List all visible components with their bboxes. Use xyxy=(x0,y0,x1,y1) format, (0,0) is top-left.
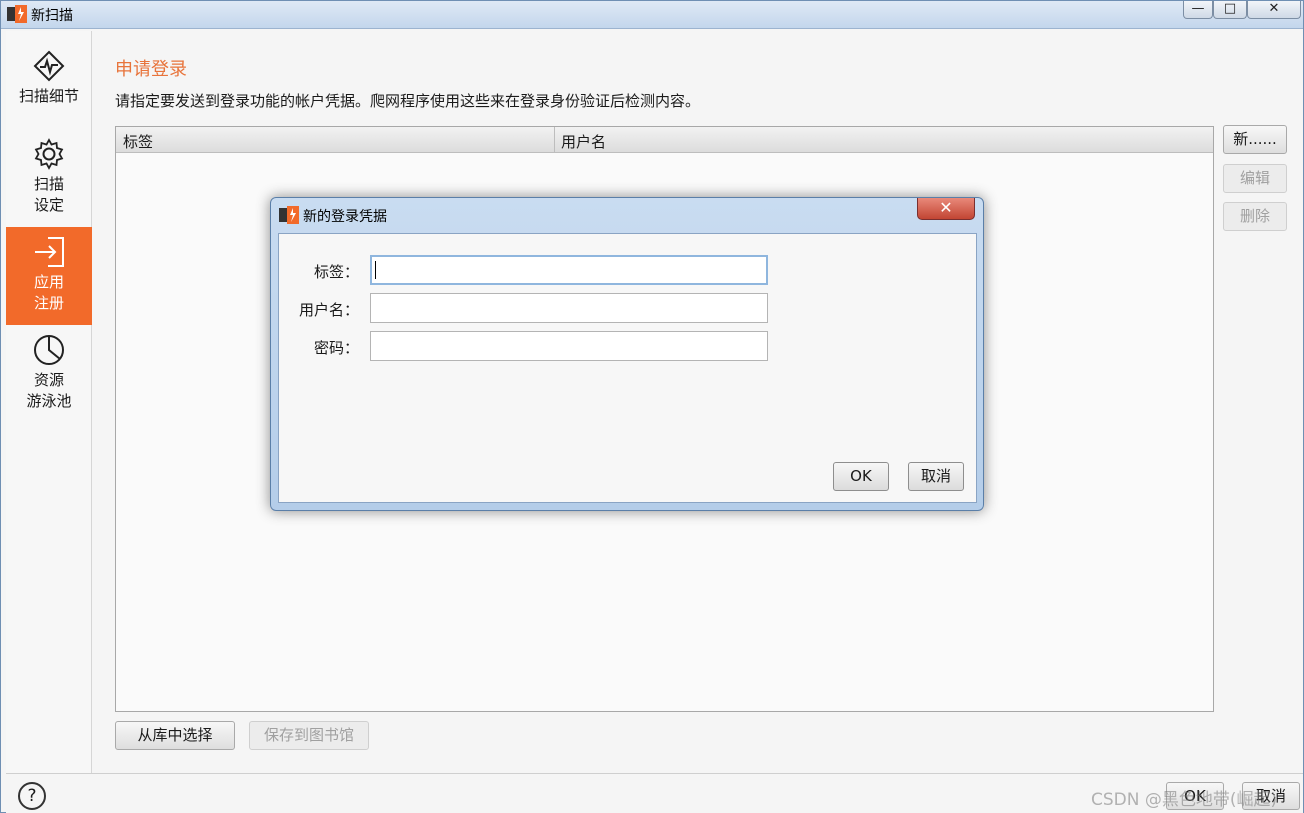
sidebar-item-app-login[interactable]: 应用 注册 xyxy=(6,227,92,325)
login-arrow-icon xyxy=(35,237,64,267)
watermark: CSDN @黑色地带(崛起) xyxy=(1091,790,1278,810)
dialog-body: 标签： 用户名： 密码： OK 取消 xyxy=(278,233,977,503)
password-input[interactable] xyxy=(370,331,768,361)
label-field-label: 标签： xyxy=(313,263,359,281)
sidebar-item-label: 扫描 xyxy=(33,175,64,193)
dialog-cancel-button[interactable]: 取消 xyxy=(908,462,964,491)
scan-details-icon xyxy=(33,50,65,82)
dialog-ok-button[interactable]: OK xyxy=(833,462,889,491)
text-caret xyxy=(375,261,376,279)
sidebar-item-label: 游泳池 xyxy=(26,392,72,410)
column-header-label[interactable]: 标签 xyxy=(123,131,153,152)
password-field-label: 密码： xyxy=(313,339,359,357)
title-bar: 新扫描 — □ ✕ xyxy=(1,1,1303,29)
sidebar-item-scan-settings[interactable]: 扫描 设定 xyxy=(6,137,92,227)
dialog-title: 新的登录凭据 xyxy=(303,209,387,225)
select-from-library-button[interactable]: 从库中选择 xyxy=(115,721,235,750)
footer-bar: ? OK 取消 CSDN @黑色地带(崛起) xyxy=(6,773,1303,813)
app-logo-icon xyxy=(7,5,27,23)
dialog-close-button[interactable]: ✕ xyxy=(917,198,975,220)
label-input[interactable] xyxy=(370,255,768,285)
edit-credential-button[interactable]: 编辑 xyxy=(1223,164,1287,193)
username-input[interactable] xyxy=(370,293,768,323)
minimize-button[interactable]: — xyxy=(1183,1,1213,19)
sidebar-item-label: 扫描细节 xyxy=(18,87,79,105)
sidebar-item-label: 应用 xyxy=(33,273,64,291)
column-header-username[interactable]: 用户名 xyxy=(561,131,606,152)
gear-icon xyxy=(34,138,64,170)
page-title: 申请登录 xyxy=(115,59,187,80)
sidebar-item-resource-pool[interactable]: 资源 游泳池 xyxy=(6,333,92,431)
column-divider[interactable] xyxy=(554,127,555,153)
help-icon[interactable]: ? xyxy=(18,782,46,810)
close-window-button[interactable]: ✕ xyxy=(1247,1,1301,19)
new-credential-dialog: 新的登录凭据 ✕ 标签： 用户名： 密码： OK 取消 xyxy=(270,197,984,511)
sidebar-item-label: 设定 xyxy=(33,196,64,214)
sidebar-item-label: 注册 xyxy=(33,294,64,312)
sidebar-item-label: 资源 xyxy=(33,371,64,389)
sidebar-item-scan-details[interactable]: 扫描细节 xyxy=(6,49,92,139)
new-credential-button[interactable]: 新...... xyxy=(1223,125,1287,154)
delete-credential-button[interactable]: 删除 xyxy=(1223,202,1287,231)
sidebar: 扫描细节 扫描 设定 应用 注册 资源 游泳池 xyxy=(6,31,92,773)
username-field-label: 用户名： xyxy=(298,301,359,319)
maximize-button[interactable]: □ xyxy=(1213,1,1247,19)
save-to-library-button[interactable]: 保存到图书馆 xyxy=(249,721,369,750)
window-title: 新扫描 xyxy=(31,8,73,24)
pie-chart-icon xyxy=(34,335,64,365)
table-header: 标签 用户名 xyxy=(116,127,1213,153)
page-description: 请指定要发送到登录功能的帐户凭据。爬网程序使用这些来在登录身份验证后检测内容。 xyxy=(115,92,701,110)
app-logo-icon xyxy=(279,206,299,224)
